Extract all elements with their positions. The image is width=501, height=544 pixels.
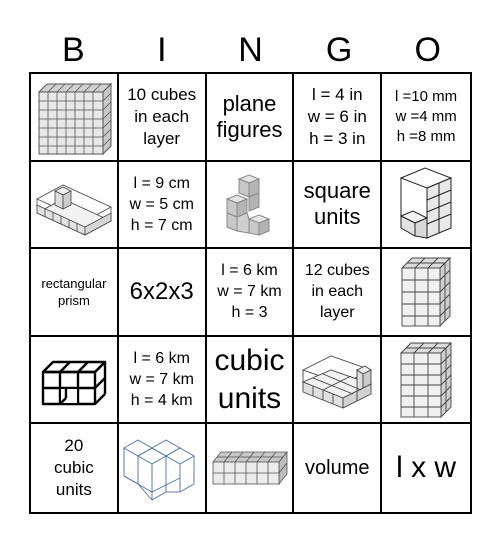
cell-text: l x w [396, 451, 457, 485]
bingo-cell[interactable] [31, 161, 119, 250]
header-letter-i: I [157, 31, 167, 69]
bingo-cell[interactable] [382, 249, 470, 337]
cell-text: square units [303, 178, 371, 230]
open-box-cubes-icon [35, 184, 112, 237]
cell-text: cubic units [214, 343, 285, 415]
stacked-cubes-icon [226, 174, 271, 237]
cell-text: 10 cubes in each layer [127, 84, 197, 148]
outlined-cubes-icon [41, 360, 107, 405]
bingo-cell[interactable]: l =10 mm w =4 mm h =8 mm [382, 74, 470, 162]
bingo-card: 10 cubes in each layer plane figures l =… [29, 72, 472, 514]
bingo-cell[interactable]: cubic units [206, 336, 295, 425]
header-letter-o: O [414, 31, 441, 69]
partial-box-cubes-icon [302, 355, 373, 409]
header-letter-b: B [61, 31, 85, 69]
bingo-cell[interactable]: volume [294, 424, 383, 512]
bingo-cell[interactable]: l = 4 in w = 6 in h = 3 in [294, 74, 383, 162]
bingo-cell[interactable] [31, 336, 119, 425]
cell-text: 20 cubic units [54, 436, 94, 500]
blue-wireframe-cubes-icon [122, 439, 195, 501]
bingo-cell[interactable] [207, 424, 295, 512]
tall-cube-prism-icon [401, 256, 452, 328]
bingo-cell[interactable]: square units [294, 161, 383, 250]
bingo-cell[interactable]: 12 cubes in each layer [294, 249, 383, 337]
bingo-cell[interactable] [206, 161, 295, 250]
cube-grid-wall-icon [37, 82, 113, 156]
cell-text: plane figures [216, 90, 283, 142]
cell-text: l = 6 km w = 7 km h = 3 [217, 262, 282, 322]
cell-text: l = 9 cm w = 5 cm h = 7 cm [129, 174, 194, 234]
bingo-cell[interactable] [294, 336, 383, 425]
bingo-cell[interactable]: 6x2x3 [118, 249, 207, 337]
bingo-cell[interactable]: rectangular prism [31, 249, 119, 337]
header-letter-n: N [238, 31, 263, 69]
flat-cube-slab-icon [212, 451, 289, 486]
bingo-header: B I N G O [29, 28, 472, 72]
header-letter-g: G [325, 31, 353, 69]
bingo-cell[interactable]: l = 9 cm w = 5 cm h = 7 cm [118, 161, 207, 250]
bingo-cell[interactable]: l = 6 km w = 7 km h = 3 [206, 249, 295, 337]
cell-text: rectangular prism [41, 275, 107, 308]
cell-text: 12 cubes in each layer [304, 262, 370, 322]
bingo-cell[interactable] [31, 74, 119, 162]
bingo-cell[interactable]: 20 cubic units [31, 424, 119, 512]
tall-grid-prism-icon [400, 341, 453, 418]
bingo-cell[interactable] [119, 424, 207, 512]
l-shaped-cubes-icon [399, 167, 453, 240]
bingo-cell[interactable]: plane figures [206, 74, 295, 162]
cell-text: l = 4 in w = 6 in h = 3 in [307, 84, 367, 148]
bingo-cell[interactable]: l x w [382, 424, 470, 512]
bingo-cell[interactable]: l = 6 km w = 7 km h = 4 km [118, 336, 207, 425]
bingo-cell[interactable]: 10 cubes in each layer [118, 74, 207, 162]
bingo-cell[interactable] [382, 162, 470, 250]
cell-text: 6x2x3 [129, 277, 194, 305]
cell-text: l =10 mm w =4 mm h =8 mm [395, 87, 458, 145]
cell-text: l = 6 km w = 7 km h = 4 km [129, 350, 194, 410]
bingo-cell[interactable] [382, 337, 470, 425]
cell-text: volume [305, 457, 370, 480]
